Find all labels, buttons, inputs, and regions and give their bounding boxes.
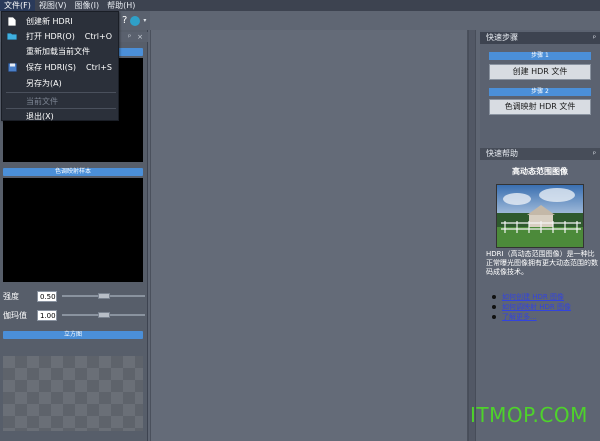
help-icon[interactable]: ? (122, 15, 127, 26)
menu-item-reload[interactable]: 重新加载当前文件 (2, 44, 118, 58)
gamma-slider-thumb[interactable] (97, 312, 110, 318)
menu-item-save-as[interactable]: 另存为(A) (2, 76, 118, 90)
save-disk-icon (6, 62, 18, 72)
watermark-text: ITMOP.COM (470, 403, 588, 427)
menu-view[interactable]: 视图(V) (35, 0, 71, 11)
step1-label: 步骤 1 (489, 52, 591, 60)
strength-label: 强度 (3, 291, 19, 301)
help-heading: 高动态范围图像 (512, 167, 568, 176)
pin-icon[interactable]: ᵖ (593, 148, 596, 160)
menu-item-exit[interactable]: 退出(X) (2, 109, 118, 123)
gamma-label: 伽玛值 (3, 310, 27, 320)
chevron-down-icon[interactable]: ▾ (143, 17, 146, 24)
pin-icon[interactable]: ᵖ (593, 32, 596, 44)
link-learn-more[interactable]: 了解更多... (492, 312, 600, 322)
link-tonemap-hdr[interactable]: 如何调映射 HDR 图像 (492, 302, 600, 312)
vertical-scrollbar[interactable] (468, 30, 476, 441)
pin-icon[interactable]: ᵖ (128, 33, 131, 41)
quick-steps-title: 快速步骤 ᵖ (480, 32, 600, 44)
menu-item-current-file: 当前文件 (26, 96, 58, 106)
menu-item-new-hdri[interactable]: 创建新 HDRI (2, 14, 118, 28)
menu-item-save-hdri[interactable]: 保存 HDRI(S) Ctrl+S (2, 60, 118, 74)
menu-separator (6, 92, 116, 93)
menu-bar: 文件(F) 视图(V) 图像(I) 帮助(H) (0, 0, 600, 11)
cube-map-header: 立方图 (3, 331, 143, 339)
menu-help[interactable]: 帮助(H) (103, 0, 139, 11)
right-panel: 快速步骤 ᵖ 步骤 1 创建 HDR 文件 步骤 2 色调映射 HDR 文件 快… (480, 30, 600, 441)
strength-slider-thumb[interactable] (97, 293, 110, 299)
close-icon[interactable]: × (137, 33, 143, 41)
toolbar: ? ▾ (118, 11, 150, 30)
open-folder-icon (6, 31, 18, 41)
quick-help-title: 快速帮助 ᵖ (480, 148, 600, 160)
help-links: 如何创建 HDR 图像 如何调映射 HDR 图像 了解更多... (492, 292, 600, 322)
globe-icon[interactable] (130, 15, 141, 26)
gamma-row: 伽玛值 1.00 (3, 309, 145, 321)
gamma-input[interactable]: 1.00 (37, 309, 57, 321)
create-hdr-button[interactable]: 创建 HDR 文件 (489, 64, 591, 80)
scrollbar-thumb[interactable] (469, 30, 475, 441)
new-file-icon (6, 16, 18, 26)
menu-file[interactable]: 文件(F) (0, 0, 35, 11)
quick-help-panel: 快速帮助 ᵖ 高动态范围图像 HDRI（高动态范围图像）是一种比正常曝光图像拥有… (480, 148, 600, 441)
file-menu-dropdown: 创建新 HDRI 打开 HDR(O) Ctrl+O 重新加载当前文件 保存 HD… (1, 11, 119, 121)
tone-mapped-preview (3, 178, 143, 282)
gamma-slider[interactable] (62, 309, 145, 321)
tone-preview-header: 色调映射样本 (3, 168, 143, 176)
tone-map-button[interactable]: 色调映射 HDR 文件 (489, 99, 591, 115)
help-description: HDRI（高动态范围图像）是一种比正常曝光图像拥有更大动态范围的数码成像技术。 (486, 250, 598, 276)
strength-input[interactable]: 0.50 (37, 290, 57, 302)
step2-label: 步骤 2 (489, 88, 591, 96)
link-create-hdr[interactable]: 如何创建 HDR 图像 (492, 292, 600, 302)
menu-image[interactable]: 图像(I) (71, 0, 104, 11)
workspace-area (150, 30, 468, 441)
strength-slider[interactable] (62, 290, 145, 302)
cube-map-preview (3, 356, 143, 431)
hdr-sample-image (496, 184, 584, 248)
menu-item-open-hdr[interactable]: 打开 HDR(O) Ctrl+O (2, 29, 118, 43)
strength-row: 强度 0.50 (3, 290, 145, 302)
